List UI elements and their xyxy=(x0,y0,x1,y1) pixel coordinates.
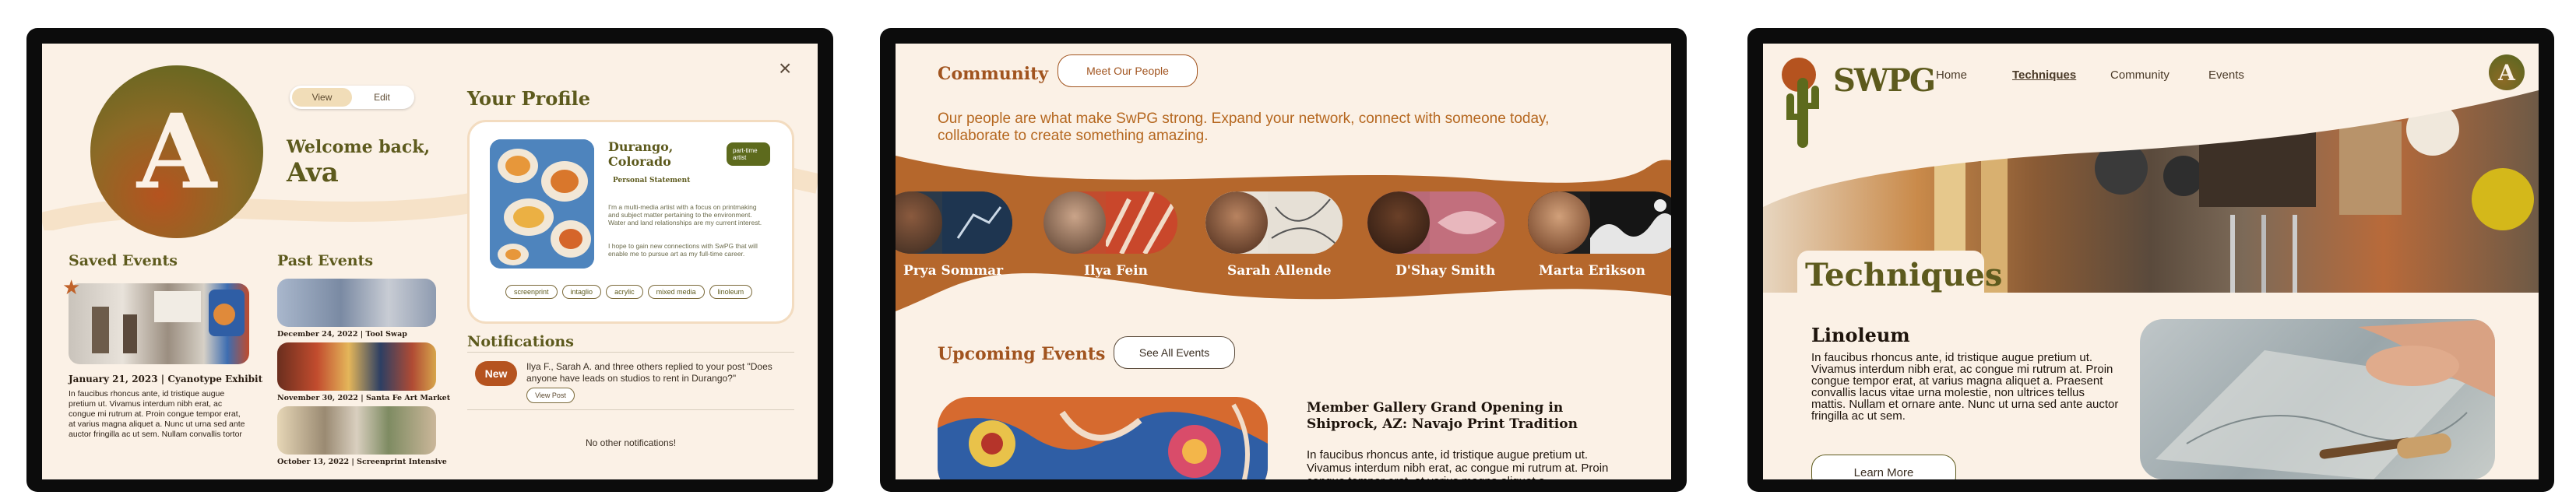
carving-photo xyxy=(2155,319,2495,479)
profile-screen: A View Edit Welcome back, Ava × Saved Ev… xyxy=(42,44,818,479)
person-photo xyxy=(1528,191,1590,254)
techniques-screen: SWPG Home Techniques Community Events A … xyxy=(1763,44,2539,479)
event-image[interactable] xyxy=(938,397,1268,479)
logo-text: SWPG xyxy=(1833,62,1936,99)
tag-linoleum[interactable]: linoleum xyxy=(709,285,753,299)
no-notifications-text: No other notifications! xyxy=(585,437,677,448)
person-name: Prya Sommar xyxy=(903,263,1004,279)
nav-community[interactable]: Community xyxy=(2110,68,2170,82)
past-events-heading: Past Events xyxy=(277,252,374,269)
view-toggle-option[interactable]: View xyxy=(292,88,352,107)
profile-artwork xyxy=(490,139,594,269)
nav-techniques[interactable]: Techniques xyxy=(2012,68,2076,82)
tag-screenprint[interactable]: screenprint xyxy=(505,285,558,299)
saved-event-caption: January 21, 2023 | Cyanotype Exhibit xyxy=(69,374,263,384)
profile-heading: Your Profile xyxy=(467,87,591,110)
learn-more-button[interactable]: Learn More xyxy=(1811,455,1956,479)
person-artwork xyxy=(942,191,1012,254)
saved-events-heading: Saved Events xyxy=(69,252,178,269)
tag-intaglio[interactable]: intaglio xyxy=(561,285,602,299)
past-event-image[interactable] xyxy=(277,406,436,455)
upcoming-events-heading: Upcoming Events xyxy=(938,344,1106,364)
profile-card: Durango, Colorado part-time artist Perso… xyxy=(467,120,794,324)
see-all-events-button[interactable]: See All Events xyxy=(1114,336,1235,369)
user-avatar[interactable]: A xyxy=(2489,54,2525,90)
techniques-screen-frame: SWPG Home Techniques Community Events A … xyxy=(1747,28,2554,492)
edit-toggle-option[interactable]: Edit xyxy=(352,88,412,107)
user-name: Ava xyxy=(287,157,339,188)
personal-statement-text-2: I hope to gain new connections with SwPG… xyxy=(608,242,758,258)
section-body: In faucibus rhoncus ante, id tristique a… xyxy=(1811,351,2119,423)
divider xyxy=(467,352,794,353)
event-description: In faucibus rhoncus ante, id tristique a… xyxy=(1307,448,1609,479)
event-artwork xyxy=(938,397,1268,479)
cactus-icon xyxy=(1782,58,1819,148)
artwork-graphic xyxy=(490,139,594,269)
event-title[interactable]: Member Gallery Grand Opening in Shiprock… xyxy=(1307,400,1634,433)
profile-tags: screenprint intaglio acrylic mixed media lin… xyxy=(505,284,770,299)
close-icon[interactable]: × xyxy=(779,56,791,81)
person-name: Sarah Allende xyxy=(1227,263,1332,279)
view-edit-toggle[interactable]: View Edit xyxy=(290,86,414,109)
person-card-dshay-smith[interactable] xyxy=(1367,191,1504,254)
avatar: A xyxy=(90,65,263,238)
person-artwork xyxy=(1430,191,1504,254)
community-screen-frame: Community Meet Our People Our people are… xyxy=(880,28,1687,492)
person-name: Marta Erikson xyxy=(1539,263,1645,279)
person-photo xyxy=(1205,191,1268,254)
profile-badge: part-time artist xyxy=(727,142,770,166)
linoleum-image[interactable] xyxy=(2140,319,2495,479)
community-heading: Community xyxy=(938,64,1049,84)
past-event-caption: October 13, 2022 | Screenprint Intensive xyxy=(277,458,447,466)
star-icon[interactable]: ★ xyxy=(62,276,80,300)
personal-statement-text: I'm a multi-media artist with a focus on… xyxy=(608,203,762,226)
person-artwork xyxy=(1106,191,1177,254)
new-badge: New xyxy=(475,361,517,386)
avatar-letter: A xyxy=(136,91,217,212)
saved-event-image[interactable] xyxy=(69,283,249,364)
person-name: D'Shay Smith xyxy=(1395,263,1496,279)
profile-location: Durango, Colorado xyxy=(608,139,674,169)
past-event-image[interactable] xyxy=(277,279,436,327)
person-artwork xyxy=(1590,191,1671,254)
profile-screen-frame: A View Edit Welcome back, Ava × Saved Ev… xyxy=(26,28,833,492)
personal-statement-label: Personal Statement xyxy=(613,177,691,184)
nav-events[interactable]: Events xyxy=(2208,68,2244,82)
past-event-caption: December 24, 2022 | Tool Swap xyxy=(277,330,407,339)
section-title: Linoleum xyxy=(1811,324,1910,346)
tag-mixed-media[interactable]: mixed media xyxy=(647,285,705,299)
person-card-ilya-fein[interactable] xyxy=(1043,191,1177,254)
notification-message: Ilya F., Sarah A. and three others repli… xyxy=(526,361,772,384)
person-photo xyxy=(896,191,942,254)
person-photo xyxy=(1367,191,1430,254)
person-card-prya-sommar[interactable] xyxy=(896,191,1012,254)
meet-our-people-button[interactable]: Meet Our People xyxy=(1057,54,1198,87)
person-artwork xyxy=(1268,191,1343,254)
person-card-marta-erikson[interactable] xyxy=(1528,191,1671,254)
nav-home[interactable]: Home xyxy=(1936,68,1967,82)
hero-title-tab: Techniques xyxy=(1797,251,2002,299)
welcome-text: Welcome back, xyxy=(287,137,431,157)
hero-title: Techniques xyxy=(1805,257,2003,293)
divider xyxy=(467,409,794,410)
past-event-image[interactable] xyxy=(277,342,436,391)
gallery-photo xyxy=(92,290,245,353)
person-card-sarah-allende[interactable] xyxy=(1205,191,1343,254)
community-screen: Community Meet Our People Our people are… xyxy=(896,44,1671,479)
tag-acrylic[interactable]: acrylic xyxy=(606,285,643,299)
person-name: Ilya Fein xyxy=(1084,263,1148,279)
view-post-button[interactable]: View Post xyxy=(526,388,575,403)
saved-event-description: In faucibus rhoncus ante, id tristique a… xyxy=(69,389,245,439)
notifications-heading: Notifications xyxy=(467,333,574,350)
person-photo xyxy=(1043,191,1106,254)
past-event-caption: November 30, 2022 | Santa Fe Art Market xyxy=(277,394,451,402)
swpg-logo[interactable]: SWPG xyxy=(1777,54,1936,148)
